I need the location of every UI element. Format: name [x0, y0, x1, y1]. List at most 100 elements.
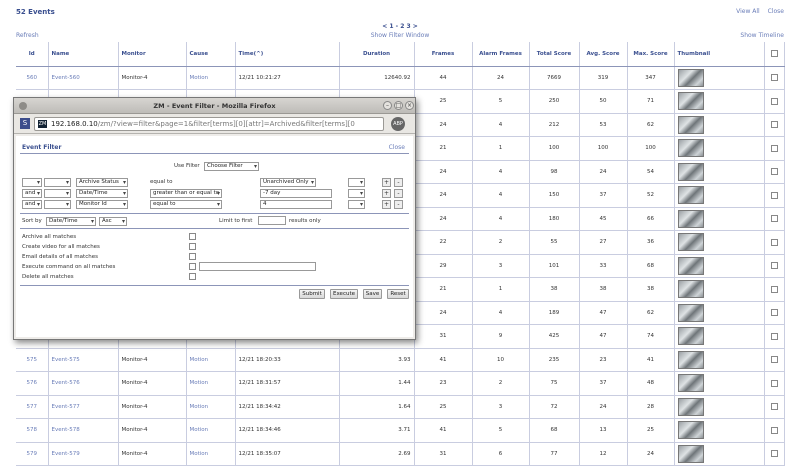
sort-field-select[interactable]: Date/Time: [46, 217, 96, 226]
close-window-icon[interactable]: ×: [405, 101, 414, 110]
term-value-input[interactable]: -7 day: [260, 189, 332, 198]
add-term-button[interactable]: +: [382, 178, 391, 187]
filter-close-link[interactable]: Close: [389, 144, 405, 151]
add-term-button[interactable]: +: [382, 189, 391, 198]
url-field[interactable]: ZM 192.168.0.10/zm/?view=filter&page=1&f…: [34, 117, 384, 131]
term-close-paren-select[interactable]: [348, 200, 365, 209]
view-all-link[interactable]: View All: [736, 8, 760, 15]
thumbnail-image[interactable]: [677, 280, 704, 299]
term-open-paren-select[interactable]: [44, 178, 71, 187]
execute-command-checkbox[interactable]: [189, 263, 196, 270]
cell-cause[interactable]: Motion: [186, 395, 236, 419]
add-term-button[interactable]: +: [382, 200, 391, 209]
row-checkbox[interactable]: [770, 285, 778, 293]
thumbnail-image[interactable]: [677, 186, 704, 205]
cell-id[interactable]: 577: [16, 395, 49, 419]
cell-cause[interactable]: Motion: [186, 371, 236, 396]
row-checkbox[interactable]: [770, 121, 778, 129]
execute-button[interactable]: Execute: [330, 289, 358, 299]
cell-thumbnail[interactable]: [674, 89, 765, 114]
row-checkbox[interactable]: [770, 262, 778, 270]
term-open-paren-select[interactable]: [44, 200, 71, 209]
row-checkbox[interactable]: [770, 379, 778, 387]
submit-button[interactable]: Submit: [299, 289, 325, 299]
thumbnail-image[interactable]: [677, 444, 704, 463]
row-checkbox[interactable]: [770, 215, 778, 223]
email-details-checkbox[interactable]: [189, 253, 196, 260]
adblock-icon[interactable]: ABP: [391, 117, 405, 131]
row-checkbox[interactable]: [770, 356, 778, 364]
minimize-icon[interactable]: –: [383, 101, 392, 110]
cell-thumbnail[interactable]: [674, 160, 765, 184]
term-open-paren-select[interactable]: [44, 189, 71, 198]
cell-id[interactable]: 578: [16, 418, 49, 443]
column-header-duration[interactable]: Duration: [339, 42, 415, 67]
cell-thumbnail[interactable]: [674, 183, 765, 208]
thumbnail-image[interactable]: [677, 92, 704, 111]
create-video-checkbox[interactable]: [189, 243, 196, 250]
thumbnail-image[interactable]: [677, 115, 704, 134]
row-checkbox[interactable]: [770, 450, 778, 458]
cell-thumbnail[interactable]: [674, 113, 765, 137]
execute-command-input[interactable]: [199, 262, 316, 271]
thumbnail-image[interactable]: [677, 139, 704, 158]
pagination[interactable]: < 1 - 2 3 >: [0, 23, 800, 30]
term-conj-select[interactable]: [22, 178, 42, 187]
use-filter-select[interactable]: Choose Filter: [204, 162, 259, 171]
remove-term-button[interactable]: -: [394, 200, 403, 209]
thumbnail-image[interactable]: [677, 162, 704, 181]
table-row[interactable]: 560 Event-560 Monitor-4 Motion 12/21 10:21:2…: [16, 66, 785, 90]
cell-id[interactable]: 579: [16, 442, 49, 466]
thumbnail-image[interactable]: [677, 68, 704, 87]
cell-name[interactable]: Event-576: [48, 371, 119, 396]
cell-thumbnail[interactable]: [674, 230, 765, 255]
column-header-time[interactable]: Time(^): [235, 42, 340, 67]
remove-term-button[interactable]: -: [394, 178, 403, 187]
table-row[interactable]: 577 Event-577 Monitor-4 Motion 12/21 18:34:4…: [16, 395, 785, 419]
cell-thumbnail[interactable]: [674, 324, 765, 349]
thumbnail-image[interactable]: [677, 421, 704, 440]
row-checkbox[interactable]: [770, 97, 778, 105]
table-row[interactable]: 576 Event-576 Monitor-4 Motion 12/21 18:31:5…: [16, 371, 785, 396]
term-conj-select[interactable]: and: [22, 200, 42, 209]
cell-id[interactable]: 560: [16, 66, 49, 90]
maximize-icon[interactable]: □: [394, 101, 403, 110]
thumbnail-image[interactable]: [677, 350, 704, 369]
show-timeline-link[interactable]: Show Timeline: [740, 32, 784, 39]
archive-all-checkbox[interactable]: [189, 233, 196, 240]
term-value-select[interactable]: Unarchived Only: [260, 178, 316, 187]
thumbnail-image[interactable]: [677, 327, 704, 346]
cell-thumbnail[interactable]: [674, 348, 765, 372]
term-attr-select[interactable]: Date/Time: [76, 189, 128, 198]
row-checkbox[interactable]: [770, 309, 778, 317]
cell-thumbnail[interactable]: [674, 136, 765, 161]
column-header-name[interactable]: Name: [48, 42, 119, 67]
row-checkbox[interactable]: [770, 168, 778, 176]
term-value-input[interactable]: 4: [260, 200, 332, 209]
thumbnail-image[interactable]: [677, 397, 704, 416]
table-row[interactable]: 579 Event-579 Monitor-4 Motion 12/21 18:35:0…: [16, 442, 785, 466]
save-button[interactable]: Save: [363, 289, 382, 299]
column-header-total-score[interactable]: Total Score: [529, 42, 580, 67]
row-checkbox[interactable]: [770, 332, 778, 340]
row-checkbox[interactable]: [770, 74, 778, 82]
cell-thumbnail[interactable]: [674, 301, 765, 325]
row-checkbox[interactable]: [770, 426, 778, 434]
row-checkbox[interactable]: [770, 403, 778, 411]
row-checkbox[interactable]: [770, 191, 778, 199]
thumbnail-image[interactable]: [677, 233, 704, 252]
show-filter-window-link[interactable]: Show Filter Window: [0, 32, 800, 39]
table-row[interactable]: 575 Event-575 Monitor-4 Motion 12/21 18:20:3…: [16, 348, 785, 372]
column-header-monitor[interactable]: Monitor: [118, 42, 187, 67]
cell-cause[interactable]: Motion: [186, 66, 236, 90]
thumbnail-image[interactable]: [677, 256, 704, 275]
column-header-alarm-frames[interactable]: Alarm Frames: [472, 42, 530, 67]
term-attr-select[interactable]: Monitor Id: [76, 200, 128, 209]
select-all-checkbox[interactable]: [770, 50, 778, 58]
column-header-id[interactable]: Id: [16, 42, 49, 67]
row-checkbox[interactable]: [770, 144, 778, 152]
thumbnail-image[interactable]: [677, 303, 704, 322]
window-titlebar[interactable]: ZM - Event Filter - Mozilla Firefox – □ …: [14, 98, 415, 114]
cell-cause[interactable]: Motion: [186, 418, 236, 443]
cell-thumbnail[interactable]: [674, 277, 765, 302]
